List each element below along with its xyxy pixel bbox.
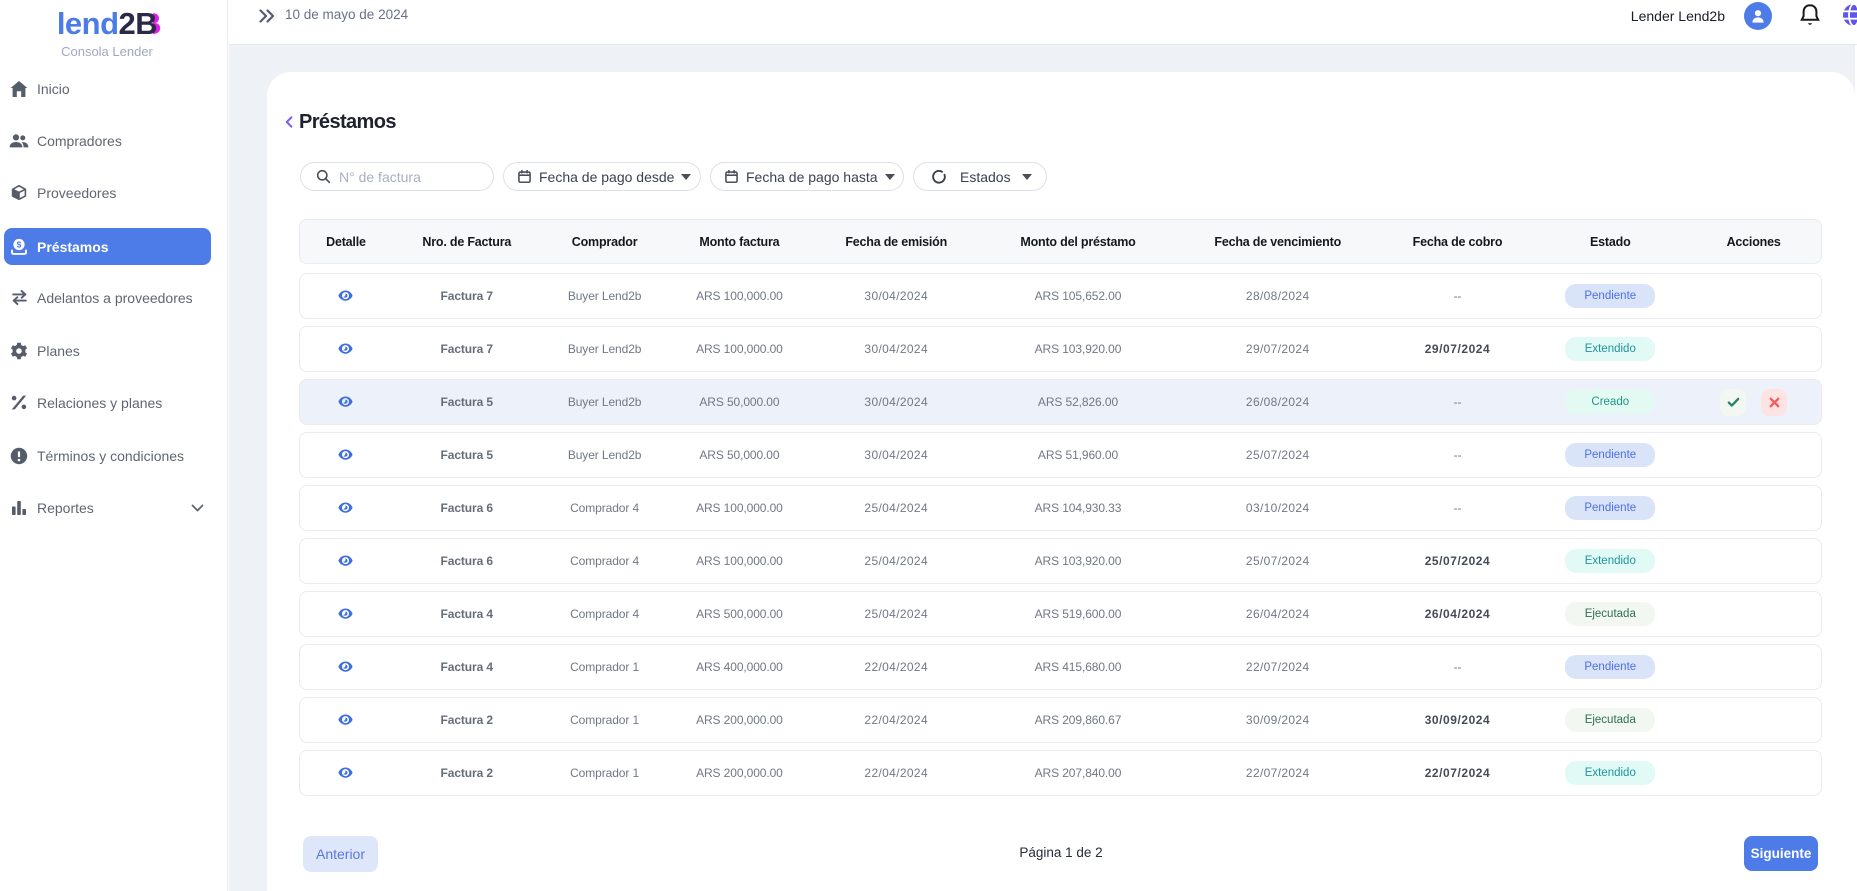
svg-text:$: $ bbox=[17, 239, 22, 249]
